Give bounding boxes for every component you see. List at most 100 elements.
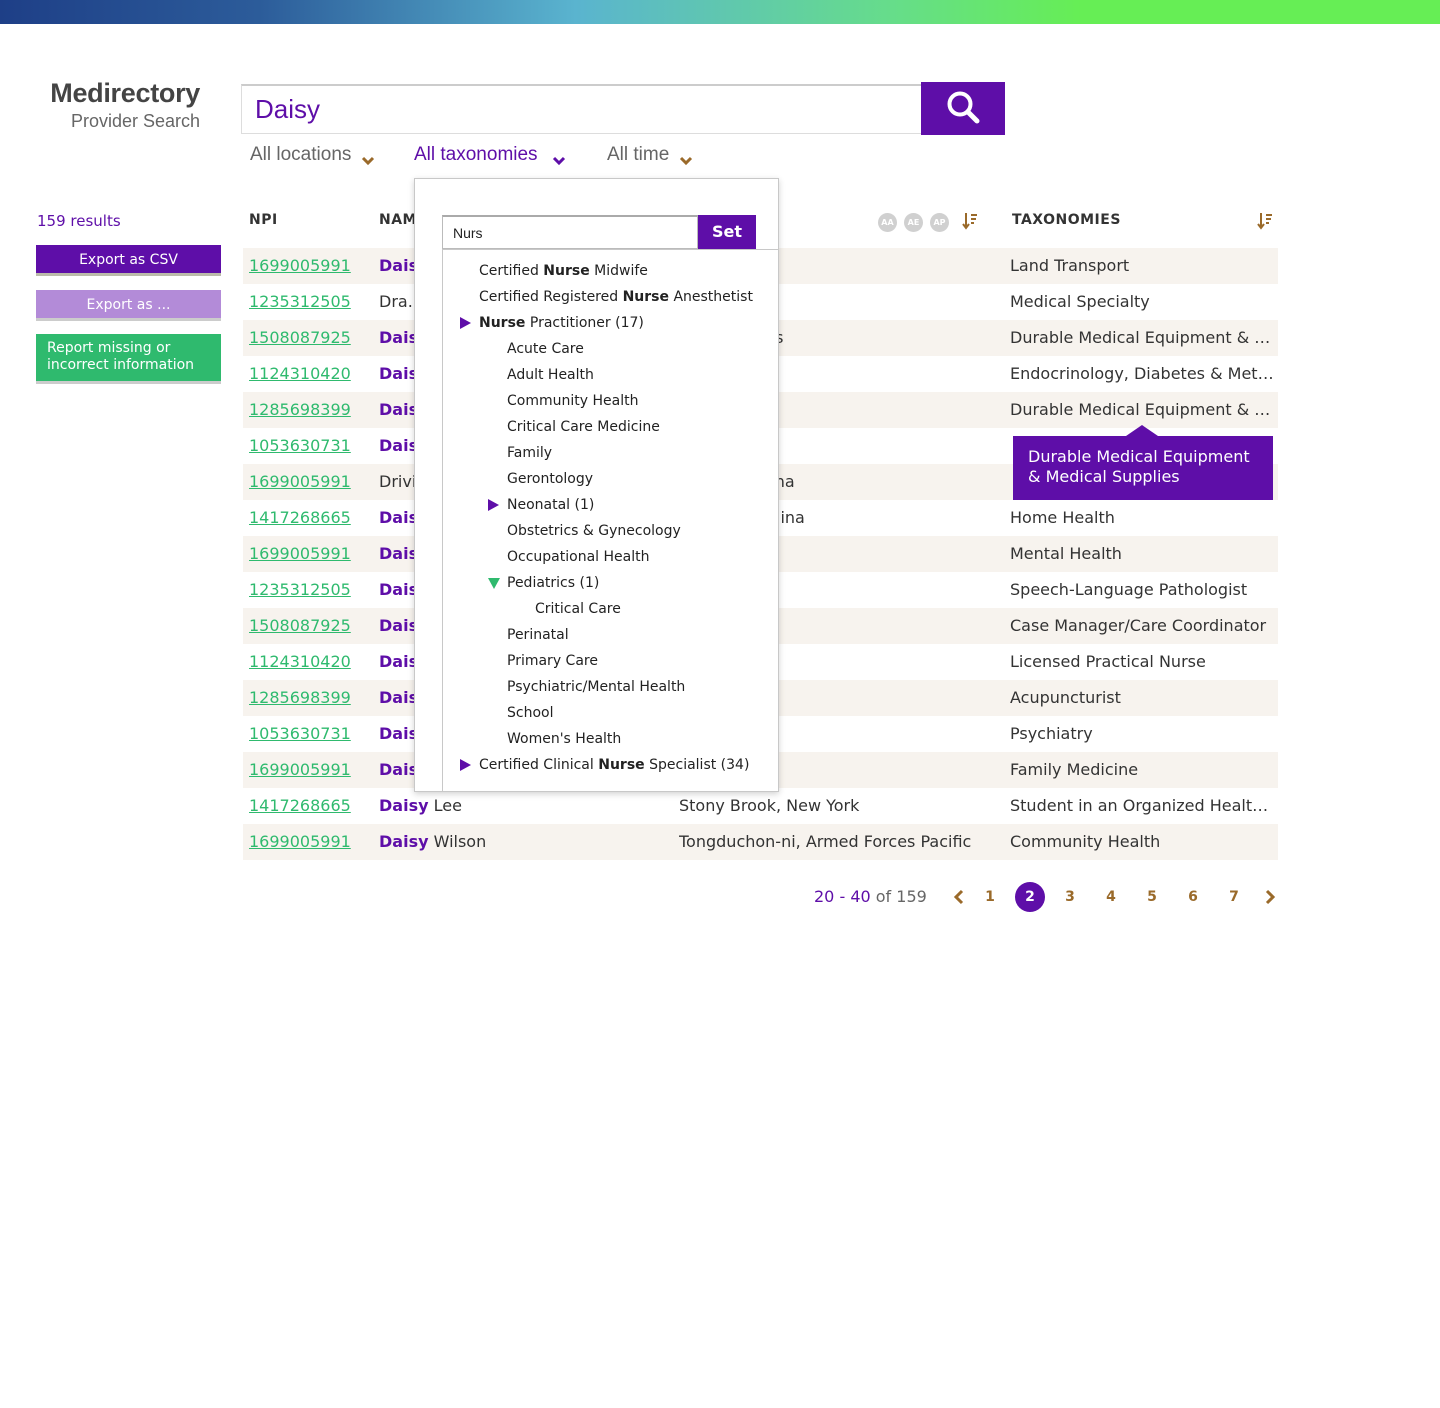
npi-link[interactable]: 1508087925 [249, 320, 351, 356]
column-header-npi[interactable]: NPI [249, 212, 278, 228]
export-csv-button[interactable]: Export as CSV [36, 245, 221, 276]
filter-time-label: All time [607, 144, 670, 165]
npi-link[interactable]: 1124310420 [249, 644, 351, 680]
page-6[interactable]: 6 [1178, 882, 1208, 912]
name-match: Daisy [379, 796, 429, 815]
npi-link[interactable]: 1053630731 [249, 428, 351, 464]
npi-link[interactable]: 1053630731 [249, 716, 351, 752]
taxonomy-option[interactable]: Obstetrics & Gynecology [507, 522, 681, 540]
triangle-down-icon[interactable] [488, 578, 500, 589]
taxonomy-option[interactable]: Neonatal (1) [507, 496, 594, 514]
taxonomy-option[interactable]: School [507, 704, 553, 722]
filter-taxonomies-label: All taxonomies [414, 144, 538, 165]
option-match: Nurse [622, 289, 669, 305]
taxonomy-option[interactable]: Psychiatric/Mental Health [507, 678, 685, 696]
report-missing-button[interactable]: Report missing or incorrect information [36, 334, 221, 384]
results-count: 159 results [37, 212, 121, 230]
taxonomy-option[interactable]: Occupational Health [507, 548, 649, 566]
npi-link[interactable]: 1699005991 [249, 464, 351, 500]
taxonomy-option[interactable]: Primary Care [507, 652, 598, 670]
provider-taxonomy: Durable Medical Equipment & M... [1010, 400, 1278, 419]
npi-link[interactable]: 1285698399 [249, 392, 351, 428]
taxonomy-option[interactable]: Adult Health [507, 366, 594, 384]
option-text: Obstetrics & Gynecology [507, 523, 681, 539]
triangle-right-icon[interactable] [460, 759, 471, 771]
sort-icon[interactable] [1257, 212, 1273, 230]
option-text: Primary Care [507, 653, 598, 669]
filter-time[interactable]: All time [607, 144, 693, 166]
triangle-right-icon[interactable] [460, 317, 471, 329]
taxonomy-option[interactable]: Critical Care [535, 600, 621, 618]
page-5[interactable]: 5 [1137, 882, 1167, 912]
chip-aa[interactable]: AA [878, 213, 897, 232]
page-2[interactable]: 2 [1015, 882, 1045, 912]
npi-link[interactable]: 1508087925 [249, 608, 351, 644]
npi-link[interactable]: 1417268665 [249, 788, 351, 824]
taxonomy-option[interactable]: Certified Registered Nurse Anesthetist [479, 288, 753, 306]
taxonomy-option[interactable]: Community Health [507, 392, 638, 410]
npi-link[interactable]: 1285698399 [249, 680, 351, 716]
brand-logo[interactable]: Medirectory Provider Search [36, 78, 200, 132]
taxonomy-set-button[interactable]: Set [698, 215, 756, 249]
chip-ae[interactable]: AE [904, 213, 923, 232]
filter-taxonomies[interactable]: All taxonomies [414, 144, 566, 166]
search-input[interactable] [242, 86, 921, 133]
taxonomy-option[interactable]: Women's Health [507, 730, 621, 748]
taxonomy-option[interactable]: Perinatal [507, 626, 569, 644]
chip-ap[interactable]: AP [930, 213, 949, 232]
option-text: Psychiatric/Mental Health [507, 679, 686, 695]
provider-taxonomy: Land Transport [1010, 256, 1130, 275]
page-7[interactable]: 7 [1219, 882, 1249, 912]
taxonomy-option[interactable]: Pediatrics (1) [507, 574, 599, 592]
page-1[interactable]: 1 [975, 882, 1005, 912]
provider-location: Stony Brook, New York [679, 796, 860, 815]
taxonomy-tooltip: Durable Medical Equipment & Medical Supp… [1013, 425, 1273, 500]
npi-link[interactable]: 1124310420 [249, 356, 351, 392]
npi-link[interactable]: 1699005991 [249, 536, 351, 572]
column-header-name[interactable]: NAM [379, 212, 417, 228]
taxonomy-option[interactable]: Certified Nurse Midwife [479, 262, 648, 280]
range-end: 40 [850, 887, 871, 906]
npi-link[interactable]: 1235312505 [249, 284, 351, 320]
chevron-right-icon[interactable] [1264, 889, 1276, 905]
chevron-left-icon[interactable] [953, 889, 965, 905]
option-match: Nurse [479, 315, 526, 331]
taxonomy-option[interactable]: Certified Clinical Nurse Specialist (34) [479, 756, 749, 774]
provider-name[interactable]: Daisy Lee [379, 788, 679, 824]
option-text: Perinatal [507, 627, 569, 643]
option-match: Nurse [598, 757, 645, 773]
npi-link[interactable]: 1417268665 [249, 500, 351, 536]
taxonomy-search-input[interactable] [442, 215, 698, 249]
filter-locations[interactable]: All locations [250, 144, 375, 166]
npi-link[interactable]: 1699005991 [249, 824, 351, 860]
export-as-button[interactable]: Export as ... [36, 290, 221, 321]
taxonomy-option[interactable]: Acute Care [507, 340, 584, 358]
option-text: Pediatrics (1) [507, 575, 600, 591]
page-3[interactable]: 3 [1055, 882, 1085, 912]
npi-link[interactable]: 1699005991 [249, 248, 351, 284]
npi-link[interactable]: 1699005991 [249, 752, 351, 788]
option-text: Adult Health [507, 367, 594, 383]
name-match: Daisy [379, 832, 429, 851]
provider-taxonomy: Mental Health [1010, 544, 1122, 563]
taxonomy-option[interactable]: Critical Care Medicine [507, 418, 660, 436]
option-text: Certified Registered [479, 289, 623, 305]
triangle-right-icon[interactable] [488, 499, 499, 511]
provider-name[interactable]: Daisy Wilson [379, 824, 679, 860]
option-text: Women's Health [507, 731, 622, 747]
search-box [241, 84, 922, 134]
taxonomy-option[interactable]: Nurse Practitioner (17) [479, 314, 644, 332]
search-button[interactable] [921, 82, 1005, 135]
taxonomy-option[interactable]: Gerontology [507, 470, 593, 488]
sort-icon[interactable] [962, 212, 978, 230]
npi-link[interactable]: 1235312505 [249, 572, 351, 608]
name-rest: Lee [428, 796, 462, 815]
provider-taxonomy: Medical Specialty [1010, 292, 1150, 311]
column-header-taxonomies[interactable]: TAXONOMIES [1012, 212, 1121, 228]
option-text: Certified [479, 263, 544, 279]
table-row: 1417268665 Daisy Lee Stony Brook, New York… [243, 788, 1278, 824]
page-4[interactable]: 4 [1096, 882, 1126, 912]
provider-taxonomy: Acupuncturist [1010, 688, 1121, 707]
taxonomy-option[interactable]: Family [507, 444, 552, 462]
option-text: Anesthetist [669, 289, 753, 305]
